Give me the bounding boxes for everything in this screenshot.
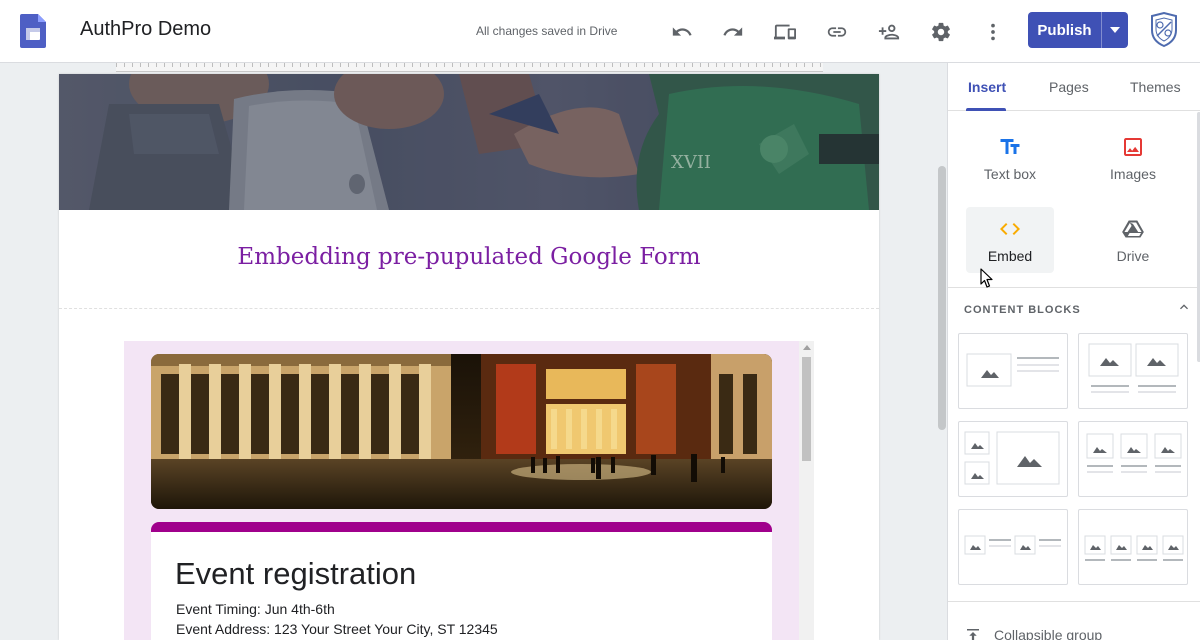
scroll-up-arrow-icon[interactable] (803, 345, 811, 350)
google-form-embed[interactable]: Event registration Event Timing: Jun 4th… (124, 341, 814, 640)
content-block-four-images[interactable] (1078, 509, 1188, 585)
content-blocks-heading: CONTENT BLOCKS (964, 304, 1081, 316)
insert-drive[interactable]: Drive (1089, 207, 1177, 273)
insert-images-label: Images (1110, 166, 1156, 182)
hero-header-image[interactable]: XVII (59, 74, 879, 210)
preview-device-icon[interactable] (769, 16, 801, 48)
content-block-image-text[interactable] (958, 333, 1068, 409)
section-heading[interactable]: Embedding pre-pupulated Google Form (59, 244, 879, 270)
brand-shield-logo[interactable] (1148, 11, 1180, 48)
content-block-two-small-images-text[interactable] (958, 509, 1068, 585)
publish-button[interactable]: Publish (1028, 12, 1102, 48)
panel-divider (948, 287, 1200, 288)
chevron-up-icon[interactable] (1176, 299, 1192, 315)
insert-text-box-label: Text box (983, 166, 1037, 182)
drive-icon (1122, 220, 1144, 238)
link-icon[interactable] (821, 16, 853, 48)
canvas-scrollbar[interactable] (938, 166, 946, 430)
insert-side-panel: Insert Pages Themes Text box Images Embe… (947, 63, 1200, 640)
tab-pages[interactable]: Pages (1049, 79, 1089, 95)
embed-scroll-thumb[interactable] (802, 357, 811, 461)
content-block-image-grid[interactable] (958, 421, 1068, 497)
site-title[interactable]: AuthPro Demo (80, 18, 211, 41)
form-title: Event registration (175, 556, 417, 591)
caret-down-icon (1110, 27, 1120, 33)
image-icon (1124, 138, 1142, 156)
content-block-three-images[interactable] (1078, 421, 1188, 497)
content-block-two-images[interactable] (1078, 333, 1188, 409)
section-divider (59, 308, 879, 309)
save-status-text: All changes saved in Drive (476, 24, 618, 38)
insert-collapsible-group-label: Collapsible group (994, 627, 1103, 640)
active-tab-indicator (966, 108, 1006, 111)
publish-button-group: Publish (1028, 12, 1128, 48)
insert-collapsible-group[interactable]: Collapsible group (964, 625, 1102, 640)
insert-images[interactable]: Images (1089, 125, 1177, 191)
form-header-card: Event registration Event Timing: Jun 4th… (151, 522, 772, 640)
share-person-add-icon[interactable] (873, 16, 905, 48)
collapsible-group-icon (967, 629, 979, 640)
form-event-timing: Event Timing: Jun 4th-6th (176, 601, 335, 617)
panel-divider-bottom (948, 601, 1200, 602)
insert-embed-label: Embed (987, 248, 1033, 264)
insert-drive-label: Drive (1116, 248, 1150, 264)
redo-icon[interactable] (717, 16, 749, 48)
page-ruler (116, 63, 823, 72)
settings-gear-icon[interactable] (925, 16, 957, 48)
text-box-icon (1000, 139, 1020, 154)
tab-themes[interactable]: Themes (1130, 79, 1181, 95)
form-header-image (151, 354, 772, 509)
insert-embed[interactable]: Embed (966, 207, 1054, 273)
side-panel-tabs: Insert Pages Themes (948, 63, 1200, 111)
site-page-canvas: XVII Embedding pre-pupulated Google Form (59, 74, 879, 640)
embed-scrollbar[interactable] (799, 341, 814, 640)
publish-options-dropdown[interactable] (1102, 12, 1128, 48)
tab-insert[interactable]: Insert (968, 79, 1006, 95)
form-event-address: Event Address: 123 Your Street Your City… (176, 621, 498, 637)
more-vert-icon[interactable] (977, 16, 1009, 48)
google-sites-logo-icon[interactable] (20, 14, 46, 53)
insert-text-box[interactable]: Text box (966, 125, 1054, 191)
embed-code-icon (1000, 223, 1020, 235)
undo-icon[interactable] (666, 16, 698, 48)
top-app-bar: AuthPro Demo All changes saved in Drive … (0, 0, 1200, 63)
